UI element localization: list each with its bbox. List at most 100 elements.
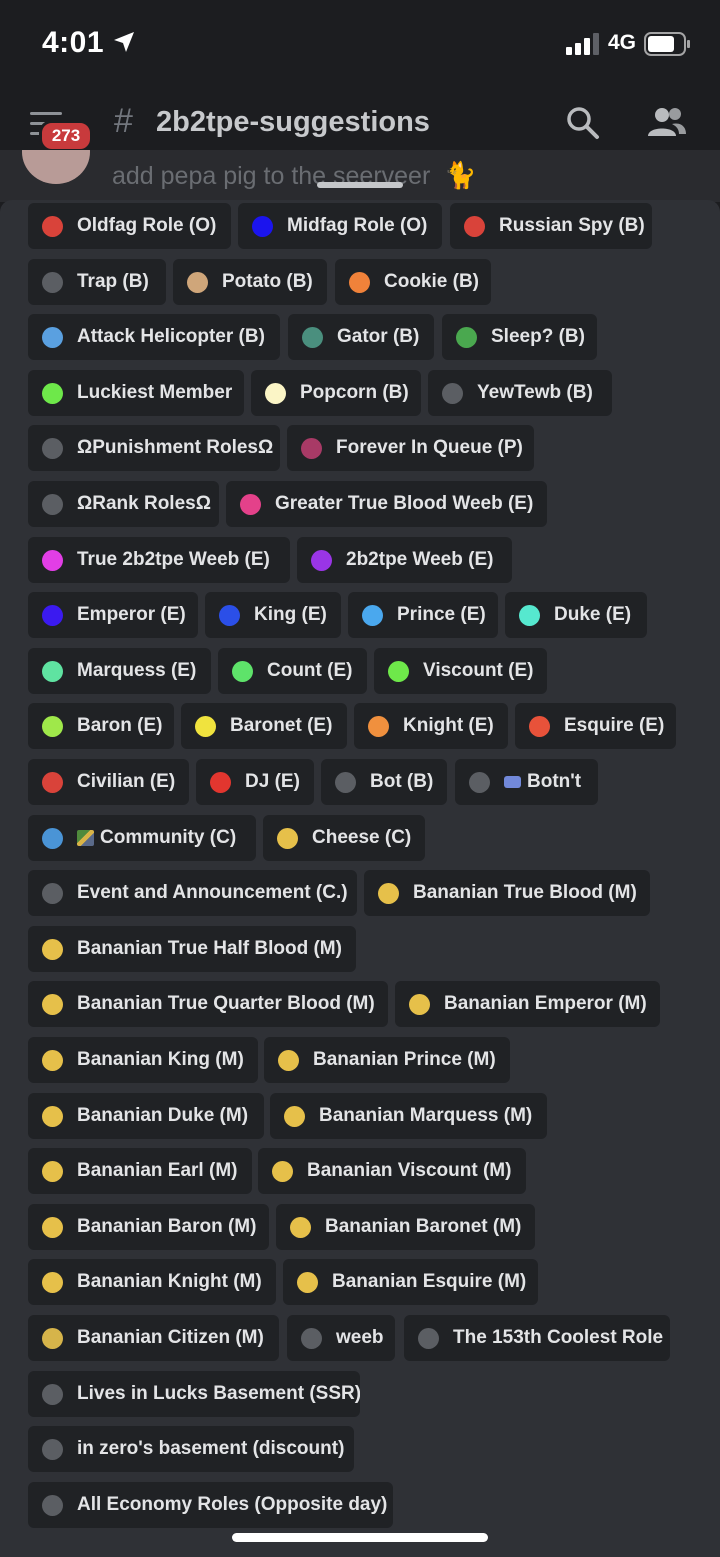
- role-pill[interactable]: Bananian Earl (M): [28, 1148, 252, 1194]
- role-color-dot: [42, 882, 63, 904]
- role-pill[interactable]: True 2b2tpe Weeb (E): [28, 537, 290, 583]
- role-color-dot: [42, 1105, 63, 1127]
- role-pill[interactable]: Event and Announcement (C.): [28, 870, 357, 916]
- search-icon[interactable]: [566, 106, 600, 140]
- role-color-dot: [42, 771, 63, 793]
- role-pill[interactable]: Prince (E): [348, 592, 498, 638]
- role-pill[interactable]: Viscount (E): [374, 648, 547, 694]
- role-pill[interactable]: Bananian Marquess (M): [270, 1093, 547, 1139]
- role-pill[interactable]: Cheese (C): [263, 815, 425, 861]
- role-pill[interactable]: Duke (E): [505, 592, 647, 638]
- role-pill[interactable]: Bananian True Half Blood (M): [28, 926, 356, 972]
- role-label: Emperor (E): [77, 604, 186, 625]
- role-label: Event and Announcement (C.): [77, 882, 348, 903]
- role-color-dot: [311, 549, 332, 571]
- role-label: Potato (B): [222, 271, 313, 292]
- role-label: Baronet (E): [230, 715, 333, 736]
- role-pill[interactable]: DJ (E): [196, 759, 314, 805]
- role-label: Duke (E): [554, 604, 632, 625]
- role-pill[interactable]: YewTewb (B): [428, 370, 612, 416]
- role-color-dot: [187, 271, 208, 293]
- role-pill[interactable]: Bananian Esquire (M): [283, 1259, 538, 1305]
- role-pill[interactable]: Forever In Queue (P): [287, 425, 534, 471]
- network-label: 4G: [608, 31, 637, 54]
- role-label: ΩPunishment RolesΩ: [77, 437, 274, 458]
- role-pill[interactable]: Botn't: [455, 759, 598, 805]
- role-pill[interactable]: Marquess (E): [28, 648, 211, 694]
- role-pill[interactable]: Civilian (E): [28, 759, 189, 805]
- sheet-drag-handle[interactable]: [317, 182, 403, 188]
- role-pill[interactable]: Emperor (E): [28, 592, 198, 638]
- role-pill[interactable]: King (E): [205, 592, 341, 638]
- role-pill[interactable]: Bananian Emperor (M): [395, 981, 660, 1027]
- role-pill[interactable]: Bananian Duke (M): [28, 1093, 264, 1139]
- role-color-dot: [277, 827, 298, 849]
- role-pill[interactable]: Count (E): [218, 648, 367, 694]
- role-color-dot: [362, 604, 383, 626]
- role-pill[interactable]: Popcorn (B): [251, 370, 421, 416]
- role-pill[interactable]: Baron (E): [28, 703, 174, 749]
- role-pill[interactable]: ΩRank RolesΩ: [28, 481, 219, 527]
- role-pill[interactable]: Trap (B): [28, 259, 166, 305]
- role-color-dot: [42, 660, 63, 682]
- role-color-dot: [42, 437, 63, 459]
- role-pill[interactable]: Potato (B): [173, 259, 327, 305]
- role-pill[interactable]: Bot (B): [321, 759, 447, 805]
- role-label: Botn't: [527, 771, 582, 792]
- role-pill[interactable]: Baronet (E): [181, 703, 347, 749]
- role-color-dot: [42, 715, 63, 737]
- role-color-dot: [42, 604, 63, 626]
- role-pill[interactable]: Gator (B): [288, 314, 434, 360]
- home-indicator: [232, 1533, 488, 1542]
- role-color-dot: [42, 382, 63, 404]
- channel-name[interactable]: 2b2tpe-suggestions: [156, 106, 430, 139]
- role-pill[interactable]: Bananian Knight (M): [28, 1259, 276, 1305]
- role-color-dot: [284, 1105, 305, 1127]
- role-color-dot: [42, 938, 63, 960]
- role-pill[interactable]: Lives in Lucks Basement (SSR): [28, 1371, 360, 1417]
- role-label: Bananian Earl (M): [77, 1160, 238, 1181]
- role-pill[interactable]: Bananian Prince (M): [264, 1037, 510, 1083]
- role-pill[interactable]: Cookie (B): [335, 259, 491, 305]
- role-pill[interactable]: Oldfag Role (O): [28, 203, 231, 249]
- role-pill[interactable]: Bananian Baron (M): [28, 1204, 269, 1250]
- role-pill[interactable]: Bananian Viscount (M): [258, 1148, 526, 1194]
- role-pill[interactable]: weeb: [287, 1315, 395, 1361]
- role-pill[interactable]: 2b2tpe Weeb (E): [297, 537, 512, 583]
- role-pill[interactable]: Bananian Baronet (M): [276, 1204, 535, 1250]
- role-label: Viscount (E): [423, 660, 534, 681]
- role-pill[interactable]: Luckiest Member: [28, 370, 244, 416]
- role-label: Bananian King (M): [77, 1049, 244, 1070]
- role-label: Greater True Blood Weeb (E): [275, 493, 534, 514]
- role-pill[interactable]: ΩPunishment RolesΩ: [28, 425, 280, 471]
- role-pill[interactable]: Bananian True Quarter Blood (M): [28, 981, 388, 1027]
- role-pill[interactable]: The 153th Coolest Role: [404, 1315, 670, 1361]
- role-label: Bananian Emperor (M): [444, 993, 647, 1014]
- role-color-dot: [378, 882, 399, 904]
- role-pill[interactable]: All Economy Roles (Opposite day): [28, 1482, 393, 1528]
- role-pill[interactable]: Sleep? (B): [442, 314, 597, 360]
- role-label: Bot (B): [370, 771, 434, 792]
- role-pill[interactable]: Esquire (E): [515, 703, 676, 749]
- role-pill[interactable]: Midfag Role (O): [238, 203, 442, 249]
- role-label: Attack Helicopter (B): [77, 326, 265, 347]
- role-color-dot: [388, 660, 409, 682]
- role-pill[interactable]: Bananian King (M): [28, 1037, 258, 1083]
- members-icon[interactable]: [648, 106, 688, 138]
- role-color-dot: [290, 1216, 311, 1238]
- status-time: 4:01: [42, 26, 105, 59]
- role-pill[interactable]: Greater True Blood Weeb (E): [226, 481, 547, 527]
- role-color-dot: [297, 1271, 318, 1293]
- role-label: Luckiest Member: [77, 382, 233, 403]
- role-pill[interactable]: Bananian True Blood (M): [364, 870, 650, 916]
- role-pill[interactable]: Knight (E): [354, 703, 508, 749]
- role-color-dot: [469, 771, 490, 793]
- role-color-dot: [335, 771, 356, 793]
- location-arrow-icon: [114, 32, 134, 52]
- role-pill[interactable]: Bananian Citizen (M): [28, 1315, 279, 1361]
- role-pill[interactable]: in zero's basement (discount): [28, 1426, 354, 1472]
- role-label: Forever In Queue (P): [336, 437, 523, 458]
- role-pill[interactable]: Community (C): [28, 815, 256, 861]
- role-pill[interactable]: Russian Spy (B): [450, 203, 652, 249]
- role-pill[interactable]: Attack Helicopter (B): [28, 314, 280, 360]
